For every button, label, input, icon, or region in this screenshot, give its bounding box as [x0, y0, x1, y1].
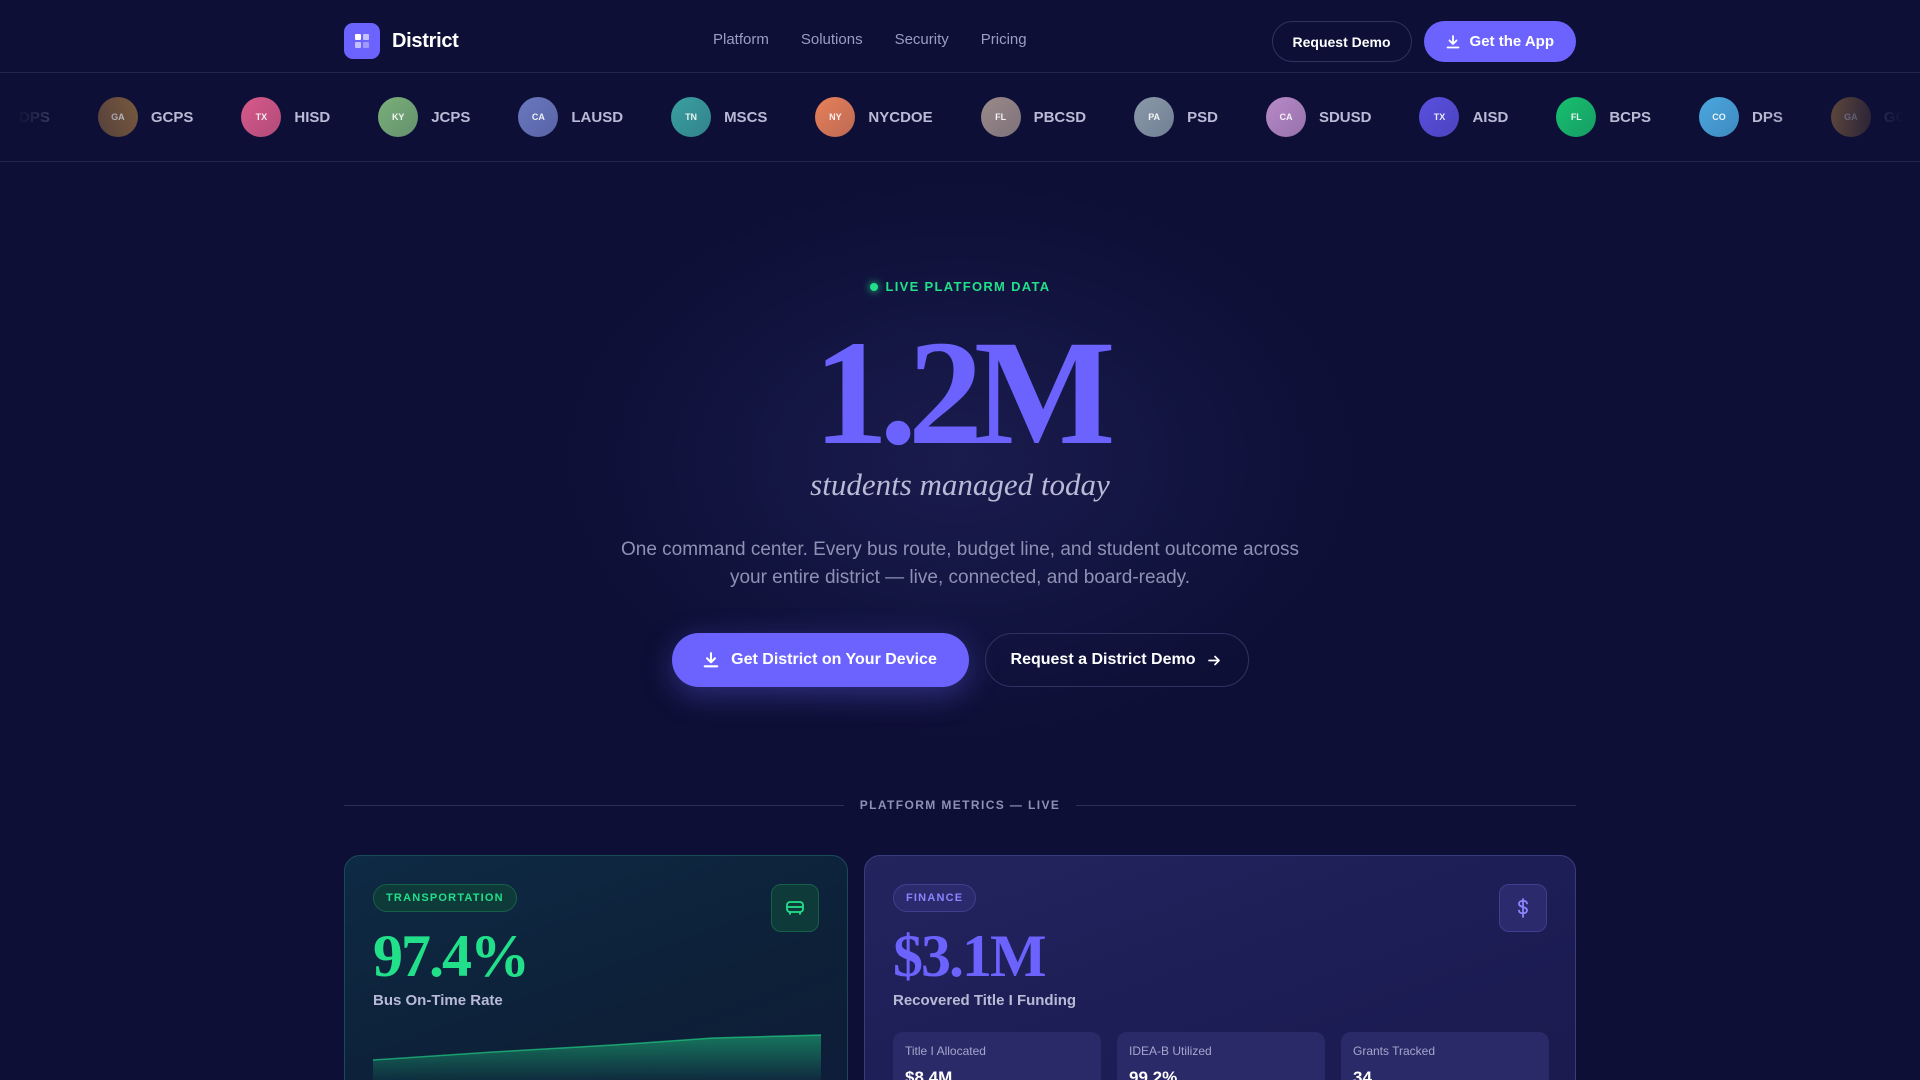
request-district-demo-label: Request a District Demo — [1010, 651, 1196, 668]
finance-badge: FINANCE — [893, 884, 977, 912]
district-avatar: PA — [1134, 97, 1175, 137]
district-name: NYCDOE — [868, 108, 933, 126]
brand-name: District — [392, 29, 459, 52]
district-avatar: TX — [1419, 97, 1460, 137]
on-time-sparkline — [373, 1034, 821, 1080]
live-indicator: LIVE PLATFORM DATA — [0, 279, 1920, 294]
nav-link-security[interactable]: Security — [895, 31, 949, 48]
bus-on-time-value: 97.4% — [373, 923, 530, 989]
brand[interactable]: District — [344, 23, 459, 59]
district-avatar: FL — [980, 97, 1021, 137]
get-app-button[interactable]: Get the App — [1423, 21, 1576, 62]
nav-link-platform[interactable]: Platform — [713, 31, 769, 48]
recovered-funding-label: Recovered Title I Funding — [893, 992, 1077, 1009]
district-name: HISD — [294, 108, 331, 126]
subcard-label: Title I Allocated — [905, 1044, 986, 1058]
get-district-button[interactable]: Get District on Your Device — [671, 633, 969, 687]
nav-actions: Request Demo Get the App — [1271, 21, 1576, 62]
district-name: AISD — [1472, 108, 1509, 126]
district-name: LAUSD — [571, 108, 624, 126]
district-avatar: FL — [1556, 97, 1597, 137]
district-item: FL PBCSD — [980, 97, 1087, 137]
recovered-funding-value: $3.1M — [893, 923, 1047, 989]
district-avatar: KY — [378, 97, 419, 137]
hero-stat: 1.2M — [813, 310, 1115, 476]
request-district-demo-button[interactable]: Request a District Demo — [984, 633, 1249, 687]
district-avatar: TX — [241, 97, 282, 137]
bus-icon — [771, 884, 819, 932]
hero-ctas: Get District on Your Device Request a Di… — [0, 633, 1920, 687]
district-name: PBCSD — [1033, 108, 1087, 126]
district-item: TN MSCS — [671, 97, 767, 137]
get-district-label: Get District on Your Device — [731, 651, 937, 668]
district-avatar: TN — [671, 97, 712, 137]
arrow-right-icon — [1208, 655, 1221, 665]
metrics-divider-label: PLATFORM METRICS — LIVE — [859, 798, 1061, 812]
ticker-track: CODPSGAGCPSTXHISDKYJCPSCALAUSDTNMSCSNYNY… — [0, 97, 1920, 137]
district-avatar: NY — [815, 97, 856, 137]
district-item: CA SDUSD — [1265, 97, 1372, 137]
district-item: CA LAUSD — [518, 97, 623, 137]
subcard-title-i: Title I Allocated $8.4M — [893, 1032, 1101, 1080]
divider-line-right — [1076, 804, 1577, 806]
hero-subtitle: students managed today — [810, 467, 1110, 502]
grid-logo-icon — [344, 23, 380, 59]
subcard-grants: Grants Tracked 34 — [1341, 1032, 1549, 1080]
bus-on-time-label: Bus On-Time Rate — [373, 992, 503, 1009]
download-icon — [1446, 34, 1459, 48]
transportation-card[interactable]: TRANSPORTATION 97.4% Bus On-Time Rate — [344, 855, 848, 1080]
subcard-value: 99.2% — [1129, 1068, 1178, 1080]
dollar-icon — [1499, 884, 1547, 932]
district-item: KY JCPS — [378, 97, 470, 137]
district-item: FL BCPS — [1556, 97, 1651, 137]
district-item: PA PSD — [1134, 97, 1218, 137]
nav-link-solutions[interactable]: Solutions — [801, 31, 863, 48]
district-item: TX AISD — [1419, 97, 1508, 137]
live-dot-icon — [869, 282, 878, 291]
divider-line-left — [344, 804, 844, 806]
subcard-value: $8.4M — [905, 1068, 953, 1080]
district-name: JCPS — [431, 108, 471, 126]
district-name: PSD — [1187, 108, 1218, 126]
finance-card[interactable]: FINANCE $3.1M Recovered Title I Funding … — [864, 855, 1576, 1080]
district-name: MSCS — [724, 108, 768, 126]
district-ticker: CODPSGAGCPSTXHISDKYJCPSCALAUSDTNMSCSNYNY… — [0, 73, 1920, 162]
hero-description: One command center. Every bus route, bud… — [620, 539, 1300, 588]
download-icon — [703, 652, 719, 668]
top-nav: District Platform Solutions Security Pri… — [0, 0, 1920, 73]
district-item: NY NYCDOE — [815, 97, 933, 137]
transportation-badge: TRANSPORTATION — [373, 884, 517, 912]
district-avatar: CA — [518, 97, 559, 137]
get-app-label: Get the App — [1469, 33, 1554, 50]
metrics-divider: PLATFORM METRICS — LIVE — [344, 798, 1577, 812]
finance-subcards: Title I Allocated $8.4M IDEA-B Utilized … — [893, 1032, 1549, 1080]
district-avatar: CO — [1699, 97, 1739, 137]
subcard-idea-b: IDEA-B Utilized 99.2% — [1117, 1032, 1325, 1080]
district-name: SDUSD — [1318, 108, 1372, 126]
district-name: BCPS — [1609, 108, 1651, 126]
district-item: TX HISD — [241, 97, 330, 137]
subcard-label: IDEA-B Utilized — [1129, 1044, 1212, 1058]
ticker-fade-left — [0, 73, 160, 161]
ticker-fade-right — [1760, 73, 1920, 161]
live-label: LIVE PLATFORM DATA — [885, 279, 1051, 294]
district-avatar: CA — [1265, 97, 1306, 137]
subcard-value: 34 — [1353, 1068, 1372, 1080]
nav-link-pricing[interactable]: Pricing — [981, 31, 1027, 48]
subcard-label: Grants Tracked — [1353, 1044, 1436, 1058]
nav-links: Platform Solutions Security Pricing — [713, 31, 1027, 48]
request-demo-button[interactable]: Request Demo — [1271, 21, 1412, 62]
